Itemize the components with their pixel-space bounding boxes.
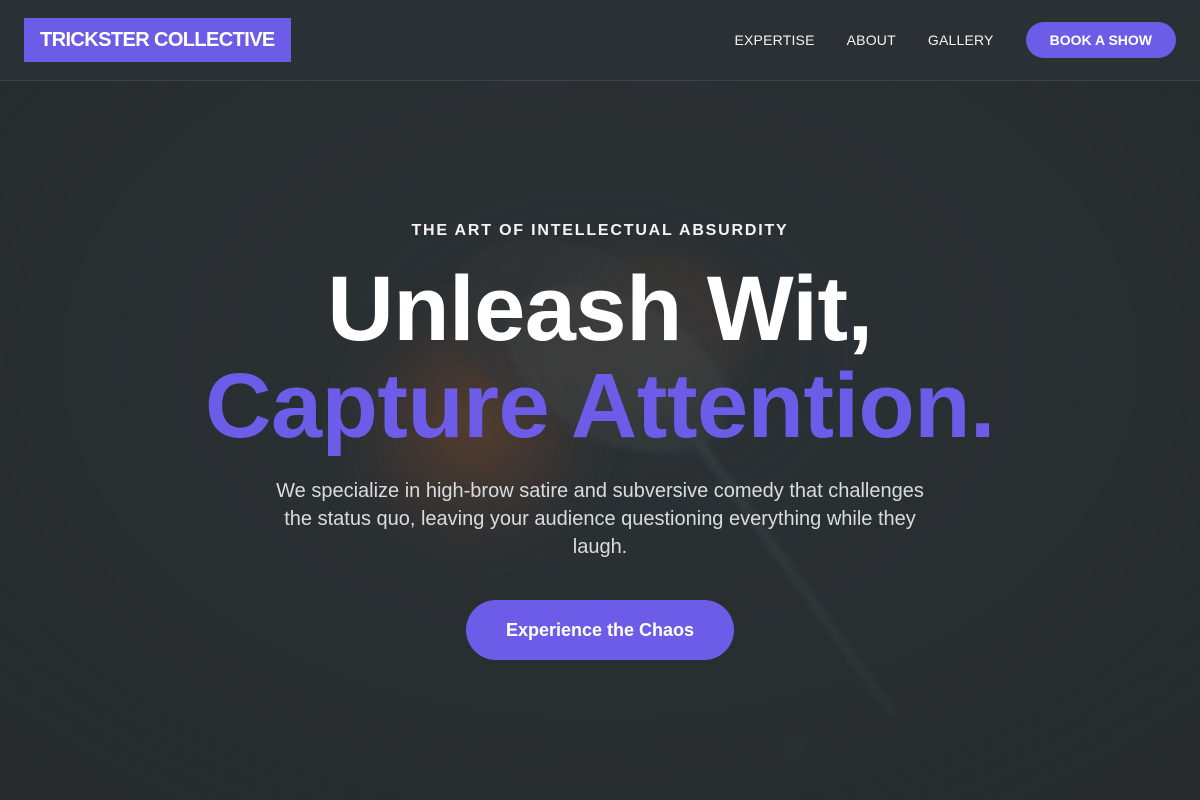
hero-eyebrow: THE ART OF INTELLECTUAL ABSURDITY <box>411 222 789 239</box>
nav-link-gallery[interactable]: GALLERY <box>928 32 994 48</box>
hero-title-line-2: Capture Attention. <box>205 355 995 457</box>
brand-logo[interactable]: TRICKSTER COLLECTIVE <box>24 18 291 62</box>
main-nav: EXPERTISE ABOUT GALLERY BOOK A SHOW <box>734 22 1176 58</box>
nav-link-about[interactable]: ABOUT <box>847 32 896 48</box>
hero-section: THE ART OF INTELLECTUAL ABSURDITY Unleas… <box>0 81 1200 800</box>
landing-page: TRICKSTER COLLECTIVE EXPERTISE ABOUT GAL… <box>0 0 1200 800</box>
hero-subtitle: We specialize in high-brow satire and su… <box>276 480 924 558</box>
nav-link-expertise[interactable]: EXPERTISE <box>734 32 814 48</box>
experience-the-chaos-button[interactable]: Experience the Chaos <box>466 600 734 660</box>
site-header: TRICKSTER COLLECTIVE EXPERTISE ABOUT GAL… <box>0 0 1200 81</box>
hero-title-line-1: Unleash Wit, <box>327 258 873 360</box>
book-a-show-button[interactable]: BOOK A SHOW <box>1025 22 1176 58</box>
